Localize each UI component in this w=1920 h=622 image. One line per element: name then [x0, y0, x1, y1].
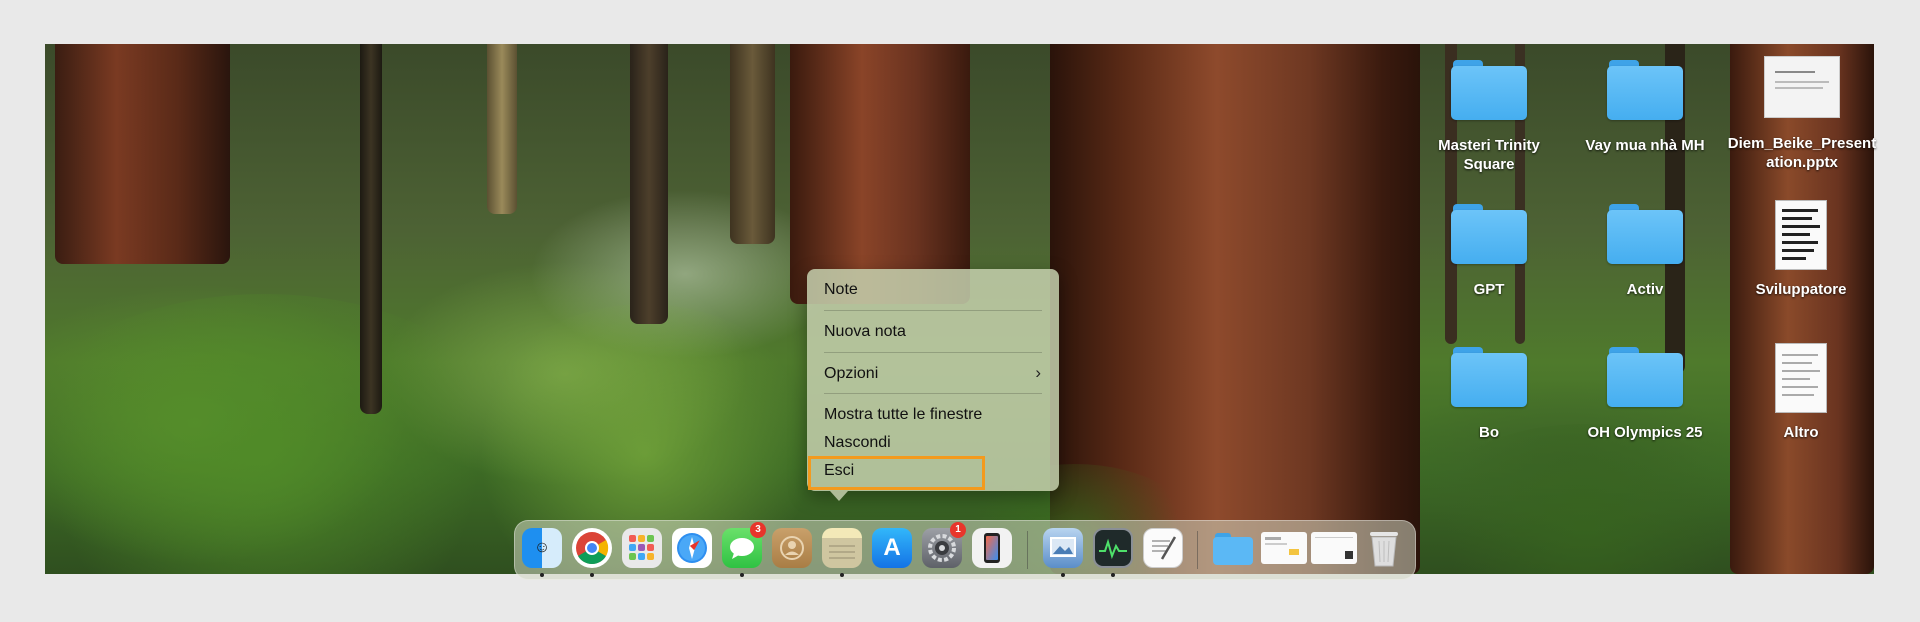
desktop-item-label: Altro: [1783, 424, 1819, 441]
desktop-item-label: Masteri Trinity Square: [1438, 137, 1540, 173]
activity-monitor-icon[interactable]: [1093, 528, 1133, 568]
finder-icon[interactable]: ☺: [522, 528, 562, 568]
desktop-item-label: Diem_Beike_Presentation.pptx: [1727, 135, 1877, 171]
desktop-item-label: OH Olympics 25: [1587, 424, 1703, 441]
desktop-item-sviluppatore[interactable]: Sviluppatore: [1726, 200, 1876, 299]
menu-separator: [824, 393, 1042, 394]
desktop-item-presentation[interactable]: Diem_Beike_Presentation.pptx: [1724, 56, 1880, 172]
screenshot-thumb-icon[interactable]: [1261, 532, 1307, 564]
running-indicator: [540, 573, 544, 577]
folder-icon: [1451, 343, 1527, 407]
menu-item-show-all-windows[interactable]: Mostra tutte le finestre: [824, 406, 982, 424]
iphone-mirroring-icon[interactable]: [972, 528, 1012, 568]
notes-icon[interactable]: [822, 528, 862, 568]
screenshot-thumb-icon[interactable]: [1311, 532, 1357, 564]
trash-icon[interactable]: [1364, 528, 1404, 568]
desktop-item-activ[interactable]: Activ: [1570, 200, 1720, 299]
folder-icon: [1607, 56, 1683, 120]
wallpaper-tree: [360, 44, 382, 414]
desktop-item-oh-olympics-25[interactable]: OH Olympics 25: [1570, 343, 1720, 442]
desktop-item-altro[interactable]: Altro: [1726, 343, 1876, 442]
dock-separator: [1197, 531, 1198, 569]
document-icon: [1775, 343, 1827, 413]
running-indicator: [590, 573, 594, 577]
wallpaper-tree: [55, 44, 230, 264]
document-icon: [1775, 200, 1827, 270]
wallpaper-foliage: [1415, 424, 1755, 574]
menu-separator: [824, 352, 1042, 353]
contacts-icon[interactable]: [772, 528, 812, 568]
menu-item-options[interactable]: Opzioni: [824, 365, 878, 383]
running-indicator: [740, 573, 744, 577]
launchpad-icon[interactable]: [622, 528, 662, 568]
chrome-icon[interactable]: [572, 528, 612, 568]
running-indicator: [1111, 573, 1115, 577]
desktop-item-label: Vay mua nhà MH: [1585, 137, 1705, 154]
menu-separator: [824, 310, 1042, 311]
settings-badge: 1: [950, 522, 966, 538]
desktop-item-label: Bo: [1479, 424, 1499, 441]
wallpaper-tree: [730, 44, 775, 244]
desktop-item-label: GPT: [1473, 281, 1505, 298]
desktop-item-bo[interactable]: Bo: [1414, 343, 1564, 442]
desktop-item-vay-mua-nha-mh[interactable]: Vay mua nhà MH: [1570, 56, 1720, 155]
highlight-box: [808, 456, 985, 490]
folder-icon: [1607, 343, 1683, 407]
desktop-item-masteri-trinity-square[interactable]: Masteri Trinity Square: [1414, 56, 1564, 174]
chevron-right-icon: ›: [1035, 363, 1041, 382]
wallpaper-foliage: [45, 294, 525, 574]
menu-item-app-name: Note: [824, 281, 858, 298]
preview-icon[interactable]: [1043, 528, 1083, 568]
desktop-item-label: Activ: [1626, 281, 1664, 298]
wallpaper-tree: [630, 44, 668, 324]
wallpaper-tree: [487, 44, 517, 214]
folder-icon: [1607, 200, 1683, 264]
desktop-item-label: Sviluppatore: [1755, 281, 1847, 298]
folder-icon: [1451, 200, 1527, 264]
safari-icon[interactable]: [672, 528, 712, 568]
textedit-icon[interactable]: [1143, 528, 1183, 568]
wallpaper-tree: [790, 44, 970, 304]
downloads-folder-icon[interactable]: [1213, 528, 1253, 568]
pptx-file-icon: [1764, 56, 1840, 118]
menu-item-hide[interactable]: Nascondi: [824, 434, 891, 452]
desktop-item-gpt[interactable]: GPT: [1414, 200, 1564, 299]
messages-badge: 3: [750, 522, 766, 538]
menu-caret: [830, 491, 848, 501]
folder-icon: [1451, 56, 1527, 120]
dock-separator: [1027, 531, 1028, 569]
running-indicator: [840, 573, 844, 577]
menu-item-new-note[interactable]: Nuova nota: [824, 323, 906, 341]
app-store-icon[interactable]: A: [872, 528, 912, 568]
running-indicator: [1061, 573, 1065, 577]
